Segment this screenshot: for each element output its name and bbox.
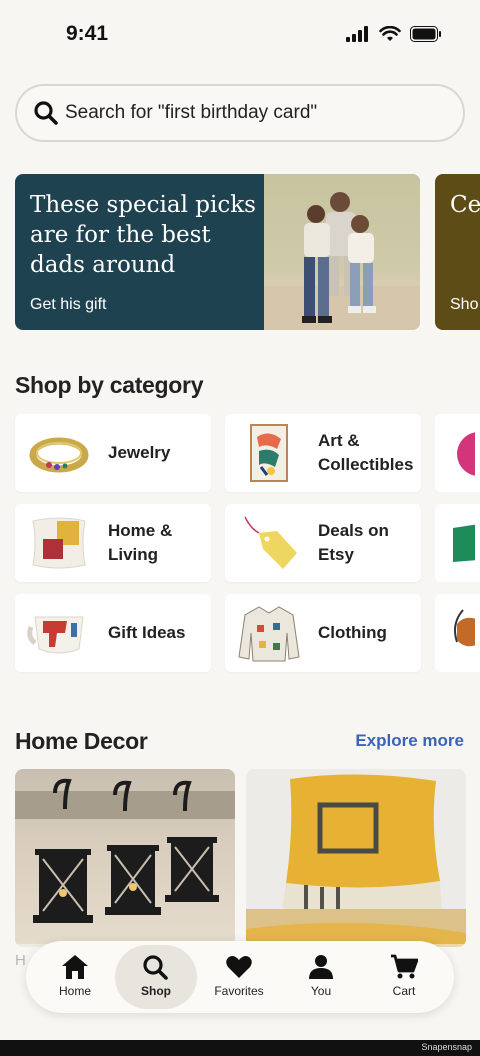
yarn-icon [457,432,480,476]
cellular-icon [346,26,368,42]
section-title-home-decor: Home Decor [15,728,148,754]
tab-cart[interactable]: Cart [363,945,445,1009]
bag-icon [454,609,479,647]
ring-icon [29,437,89,473]
promo-banner-dads[interactable]: These special picks are for the best dad… [15,174,420,330]
banner-cta[interactable]: Get his gift [30,296,106,314]
category-label: Deals on Etsy [318,521,389,564]
search-input[interactable]: Search for "first birthday card" [15,84,465,142]
wifi-icon [379,26,401,41]
tab-shop[interactable]: Shop [115,945,197,1009]
tab-label: Favorites [214,984,264,998]
category-grid[interactable]: Jewelry Art & Collectibles Home & Living [0,414,480,674]
category-label: Art & Collectibles [318,431,414,474]
price-tag-icon [244,516,297,569]
battery-icon [410,26,441,42]
tab-label: You [310,984,332,998]
explore-more-link[interactable]: Explore more [355,731,464,751]
watermark-text: Snapensnap [421,1042,472,1052]
product-card-pillow[interactable] [246,769,466,947]
status-time: 9:41 [66,22,109,45]
product-card-lanterns[interactable] [15,769,235,947]
category-label: Home & Living [108,521,173,564]
banner-title: These special picks are for the best dad… [30,192,256,278]
tab-label: Shop [141,984,171,998]
category-label: Gift Ideas [108,623,186,642]
search-icon [34,101,58,125]
promo-banner-next[interactable]: Ce fav wit Sho [435,174,480,330]
category-card-clothing[interactable]: Clothing [225,594,421,672]
tab-bar: Home Shop Favorites You Cart [26,941,454,1013]
category-card-art-collectibles[interactable]: Art & Collectibles [225,414,421,492]
tab-label: Home [58,984,91,998]
category-label: Clothing [318,623,387,642]
banner-photo [264,174,420,330]
lanterns-image [15,778,235,923]
category-card-gift-ideas[interactable]: Gift Ideas [15,594,211,672]
pillow-icon [32,517,86,569]
cart-icon [391,954,418,979]
category-card-deals[interactable]: Deals on Etsy [225,504,421,582]
category-card-peek[interactable] [435,594,480,672]
watermark-bar: Snapensnap [0,1040,480,1056]
search-placeholder: Search for "first birthday card" [65,102,318,123]
wallet-icon [453,524,479,562]
pillow-image [246,769,466,947]
category-card-jewelry[interactable]: Jewelry [15,414,211,492]
category-label: Jewelry [108,443,171,462]
heart-icon [226,956,252,978]
banner-title: Ce fav wit [450,192,480,218]
jacket-icon [238,606,300,662]
person-icon [309,955,333,979]
family-photo-illustration [264,192,420,330]
home-icon [62,955,88,979]
search-icon [143,955,168,980]
mug-icon [27,616,84,654]
section-title-categories: Shop by category [15,372,204,398]
category-card-peek[interactable] [435,504,480,582]
art-print-icon [250,424,288,482]
category-card-peek[interactable] [435,414,480,492]
status-icons [346,26,442,42]
tab-label: Cart [392,984,416,998]
status-bar: 9:41 [0,0,480,70]
tab-you[interactable]: You [280,945,362,1009]
category-card-home-living[interactable]: Home & Living [15,504,211,582]
banner-cta[interactable]: Sho [450,296,478,314]
tab-home[interactable]: Home [34,945,116,1009]
tab-favorites[interactable]: Favorites [198,945,280,1009]
promo-carousel[interactable]: These special picks are for the best dad… [0,174,480,332]
